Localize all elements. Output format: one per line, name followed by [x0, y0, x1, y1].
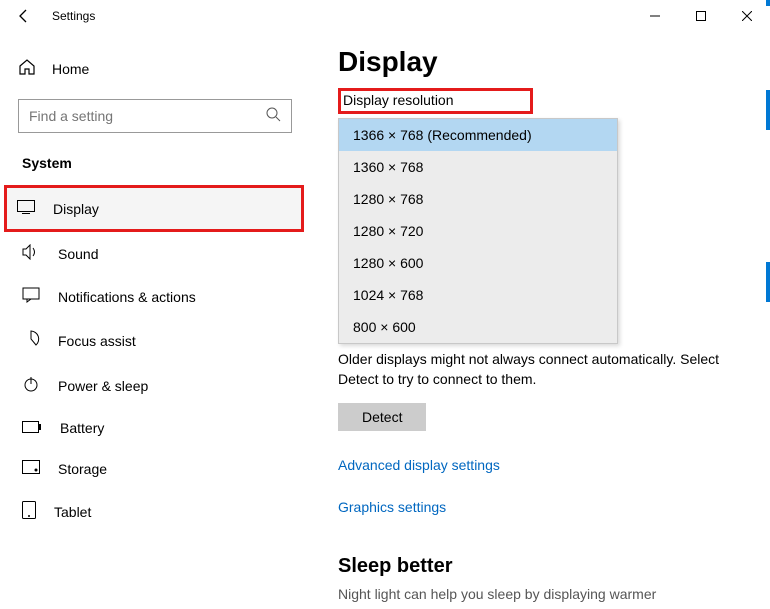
sound-icon	[22, 244, 40, 263]
resolution-dropdown[interactable]: 1366 × 768 (Recommended) 1360 × 768 1280…	[338, 118, 618, 344]
notifications-icon	[22, 287, 40, 306]
titlebar: Settings	[0, 0, 770, 32]
sidebar-item-label: Tablet	[54, 504, 91, 520]
main-panel: Display Display resolution 1366 × 768 (R…	[310, 32, 770, 609]
sidebar: Home System Display Sound Notifications …	[0, 32, 310, 609]
sidebar-item-label: Battery	[60, 420, 104, 436]
tablet-icon	[22, 501, 36, 522]
search-icon	[265, 106, 281, 127]
search-input[interactable]	[29, 108, 265, 124]
display-icon	[17, 200, 35, 217]
dropdown-item[interactable]: 800 × 600	[339, 311, 617, 343]
back-icon[interactable]	[16, 8, 32, 24]
sidebar-item-label: Focus assist	[58, 333, 136, 349]
advanced-display-link[interactable]: Advanced display settings	[338, 457, 742, 473]
sidebar-item-notifications[interactable]: Notifications & actions	[0, 275, 310, 318]
battery-icon	[22, 420, 42, 436]
storage-icon	[22, 460, 40, 477]
home-button[interactable]: Home	[0, 50, 310, 87]
sidebar-item-storage[interactable]: Storage	[0, 448, 310, 489]
home-label: Home	[52, 61, 89, 77]
dropdown-item[interactable]: 1280 × 768	[339, 183, 617, 215]
sidebar-item-display[interactable]: Display	[4, 185, 304, 232]
sidebar-item-battery[interactable]: Battery	[0, 408, 310, 448]
sidebar-item-power-sleep[interactable]: Power & sleep	[0, 363, 310, 408]
resolution-label: Display resolution	[338, 88, 533, 114]
focus-assist-icon	[22, 330, 40, 351]
sidebar-item-tablet[interactable]: Tablet	[0, 489, 310, 534]
accent-bar	[766, 90, 770, 130]
dropdown-item[interactable]: 1280 × 720	[339, 215, 617, 247]
sidebar-item-label: Notifications & actions	[58, 289, 196, 305]
close-button[interactable]	[724, 0, 770, 32]
minimize-button[interactable]	[632, 0, 678, 32]
search-box[interactable]	[18, 99, 292, 133]
sidebar-item-label: Storage	[58, 461, 107, 477]
category-label: System	[0, 151, 310, 185]
window-title: Settings	[52, 9, 95, 23]
sidebar-item-label: Display	[53, 201, 99, 217]
power-icon	[22, 375, 40, 396]
home-icon	[18, 58, 36, 79]
detect-button[interactable]: Detect	[338, 403, 426, 431]
dropdown-item[interactable]: 1280 × 600	[339, 247, 617, 279]
window-controls	[632, 0, 770, 32]
page-title: Display	[338, 46, 742, 78]
sidebar-item-sound[interactable]: Sound	[0, 232, 310, 275]
sidebar-item-label: Sound	[58, 246, 98, 262]
dropdown-item[interactable]: 1366 × 768 (Recommended)	[339, 119, 617, 151]
sidebar-item-focus-assist[interactable]: Focus assist	[0, 318, 310, 363]
accent-bar	[766, 0, 770, 6]
sidebar-item-label: Power & sleep	[58, 378, 148, 394]
sleep-better-text: Night light can help you sleep by displa…	[338, 586, 742, 602]
sleep-better-heading: Sleep better	[338, 555, 742, 578]
dropdown-item[interactable]: 1360 × 768	[339, 151, 617, 183]
accent-bar	[766, 262, 770, 302]
detect-description: Older displays might not always connect …	[338, 350, 742, 389]
dropdown-item[interactable]: 1024 × 768	[339, 279, 617, 311]
maximize-button[interactable]	[678, 0, 724, 32]
graphics-settings-link[interactable]: Graphics settings	[338, 499, 742, 515]
